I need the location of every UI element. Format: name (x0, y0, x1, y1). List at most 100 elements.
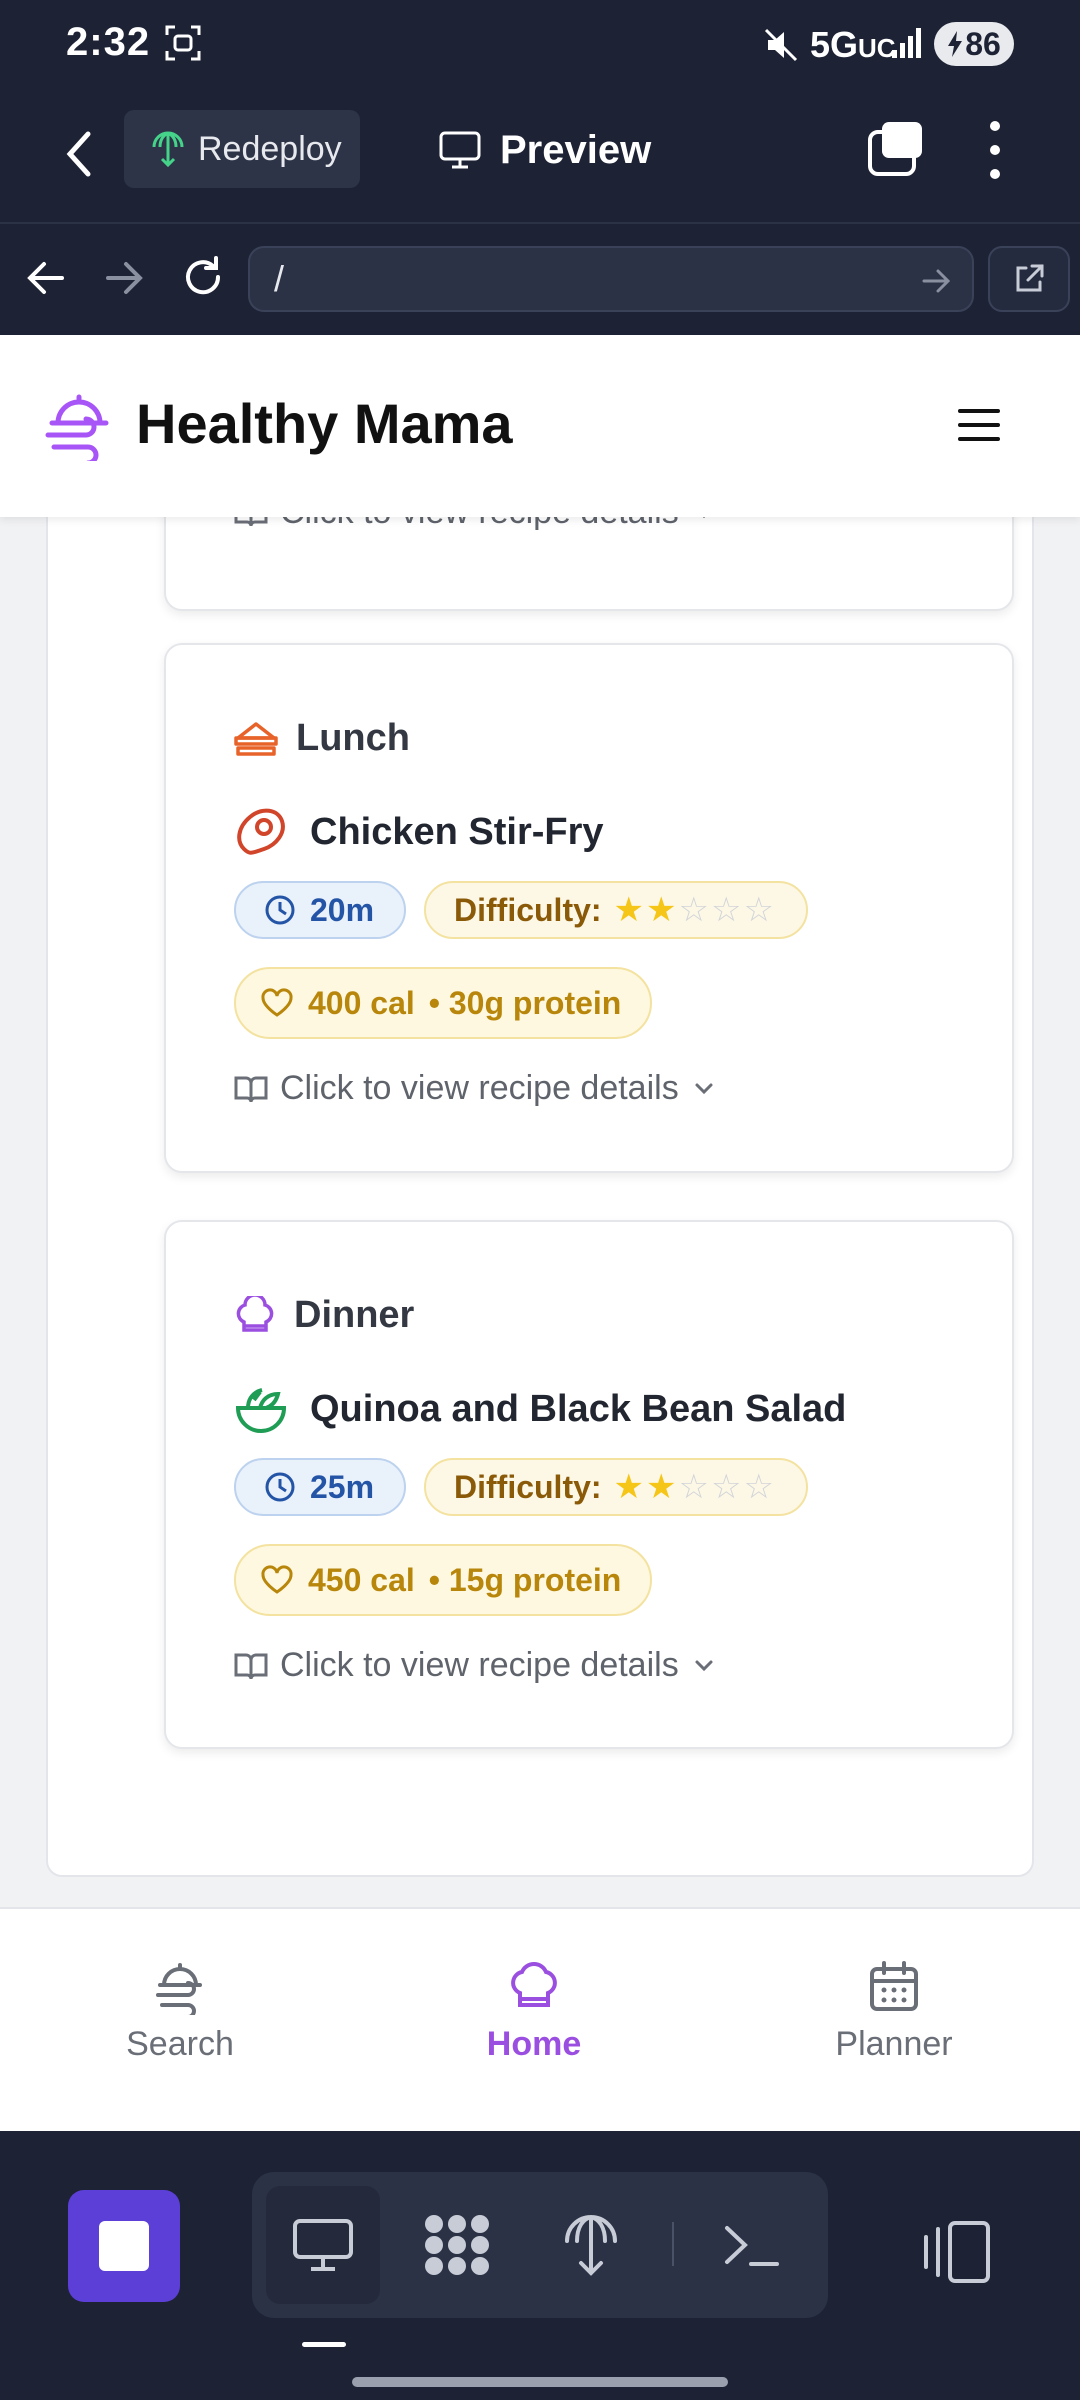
redeploy-button[interactable]: Redeploy (124, 110, 360, 188)
star-empty-icon: ☆ (711, 891, 742, 929)
signal-icon (892, 28, 921, 58)
book-icon (234, 1076, 268, 1102)
chevron-down-icon (703, 517, 705, 518)
hamburger-menu-icon[interactable] (956, 405, 1002, 445)
url-input[interactable]: / (248, 246, 974, 312)
site-header: Healthy Mama (0, 335, 1080, 517)
dish-name: Chicken Stir-Fry (310, 810, 604, 853)
deploy-icon (152, 131, 184, 167)
difficulty-badge: Difficulty: ★ ★ ☆ ☆ ☆ (424, 881, 808, 939)
preview-label: Preview (500, 127, 652, 172)
book-icon (234, 517, 268, 526)
nav-search[interactable]: Search (70, 1959, 290, 2064)
star-empty-icon: ☆ (678, 891, 709, 929)
tabs-icon[interactable] (866, 118, 926, 178)
nav-planner[interactable]: Planner (784, 1959, 1004, 2064)
nav-home[interactable]: Home (424, 1959, 644, 2064)
search-icon (156, 1963, 202, 2015)
prep-time: 25m (310, 1468, 375, 1505)
prep-time: 20m (310, 891, 375, 928)
more-options-icon[interactable] (980, 118, 1010, 182)
recipe-details-toggle[interactable]: Click to view recipe details (234, 517, 717, 532)
protein: • 15g protein (428, 1561, 622, 1598)
open-external-button[interactable] (988, 246, 1070, 312)
heart-icon (261, 1565, 293, 1594)
screenshot-icon (165, 25, 201, 61)
protein: • 30g protein (428, 984, 622, 1021)
meal-card-lunch[interactable]: Lunch Chicken Stir-Fry 20m Difficulty: ★… (164, 643, 1014, 1173)
home-gesture-bar[interactable] (352, 2377, 728, 2387)
browser-forward-icon[interactable] (102, 256, 146, 300)
difficulty-label: Difficulty: (454, 1468, 602, 1505)
dish-title: Quinoa and Black Bean Salad (234, 1382, 846, 1436)
meal-plan-panel: Click to view recipe details Lunch Chick… (46, 517, 1034, 1877)
recipe-details-toggle[interactable]: Click to view recipe details (234, 1069, 717, 1108)
monitor-icon (439, 131, 481, 169)
salad-icon (235, 1388, 287, 1433)
difficulty-stars: ★ ★ ☆ ☆ ☆ (614, 1467, 774, 1507)
dock-deploy[interactable] (534, 2186, 648, 2304)
home-chef-hat-icon (511, 1962, 557, 2007)
meat-icon (237, 808, 285, 855)
star-empty-icon: ☆ (678, 1468, 709, 1506)
deploy-icon (565, 2215, 617, 2276)
reload-icon[interactable] (180, 254, 226, 300)
stop-button[interactable] (68, 2190, 180, 2302)
details-label: Click to view recipe details (280, 1646, 679, 1684)
network-type: 5G (810, 24, 859, 65)
nav-planner-label: Planner (835, 2025, 953, 2063)
dock-apps[interactable] (400, 2186, 514, 2304)
meal-card-previous[interactable]: Click to view recipe details (164, 517, 1014, 611)
terminal-icon (725, 2226, 779, 2266)
sandwich-icon (234, 721, 278, 756)
charging-icon (948, 31, 963, 57)
dock-preview[interactable] (266, 2186, 380, 2304)
back-icon[interactable] (56, 126, 102, 182)
clock-icon (265, 895, 295, 925)
meal-card-dinner[interactable]: Dinner Quinoa and Black Bean Salad 25m D… (164, 1220, 1014, 1749)
details-label: Click to view recipe details (280, 517, 679, 532)
monitor-icon (293, 2219, 353, 2271)
dock-separator (672, 2222, 674, 2266)
nutrition-badge: 450 cal • 15g protein (234, 1544, 652, 1616)
star-filled-icon: ★ (646, 1468, 677, 1506)
external-link-icon (1016, 264, 1044, 292)
heart-icon (261, 988, 293, 1017)
dock (252, 2172, 828, 2318)
recipe-details-toggle[interactable]: Click to view recipe details (234, 1646, 717, 1685)
calories: 450 cal (308, 1561, 415, 1598)
dock-terminal[interactable] (694, 2186, 808, 2304)
chevron-down-icon (695, 1660, 713, 1671)
prep-time-badge: 25m (234, 1458, 406, 1516)
stop-icon (99, 2221, 149, 2271)
difficulty-label: Difficulty: (454, 891, 602, 928)
difficulty-badge: Difficulty: ★ ★ ☆ ☆ ☆ (424, 1458, 808, 1516)
status-time: 2:32 (66, 20, 151, 64)
nutrition-badge: 400 cal • 30g protein (234, 967, 652, 1039)
split-view-icon[interactable] (920, 2219, 992, 2285)
calories: 400 cal (308, 984, 415, 1021)
star-filled-icon: ★ (646, 891, 677, 929)
dish-title: Chicken Stir-Fry (234, 805, 604, 859)
logo-icon[interactable] (44, 391, 114, 461)
meal-plan-scroll[interactable]: Click to view recipe details Lunch Chick… (0, 517, 1080, 1907)
redeploy-label: Redeploy (198, 129, 342, 168)
nav-home-label: Home (486, 2025, 582, 2063)
star-empty-icon: ☆ (743, 1468, 774, 1506)
meal-header: Dinner (234, 1294, 414, 1337)
network-indicator: 5GUC (810, 24, 896, 66)
status-bar: 2:32 5GUC 86 (0, 0, 1080, 90)
go-arrow-icon[interactable] (922, 268, 952, 294)
battery-badge: 86 (934, 22, 1014, 66)
active-indicator (302, 2342, 346, 2347)
prep-time-badge: 20m (234, 881, 406, 939)
star-filled-icon: ★ (613, 891, 645, 929)
battery-level: 86 (965, 25, 1001, 62)
chef-hat-icon (236, 1295, 274, 1332)
nav-search-label: Search (126, 2025, 234, 2063)
star-filled-icon: ★ (613, 1468, 645, 1506)
preview-tab[interactable]: Preview (438, 120, 651, 180)
meal-type: Dinner (294, 1294, 415, 1336)
browser-back-icon[interactable] (24, 256, 68, 300)
site-title[interactable]: Healthy Mama (136, 391, 513, 456)
